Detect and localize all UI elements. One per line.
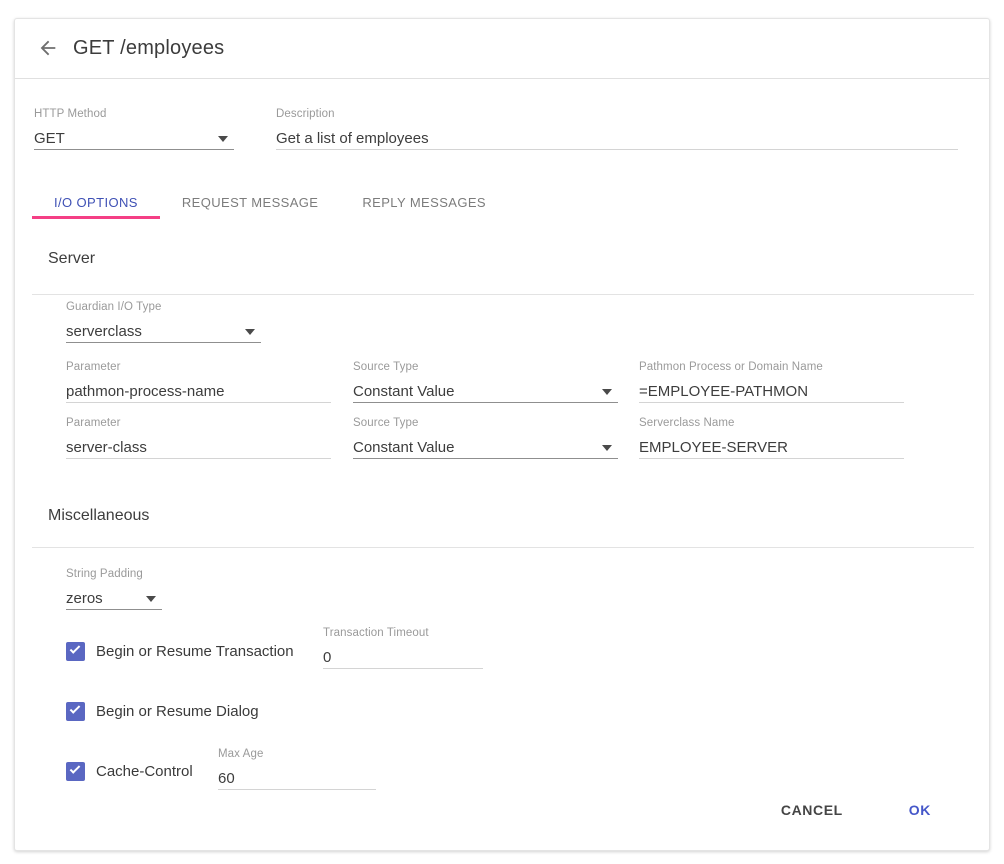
serverclass-name-label: Serverclass Name xyxy=(639,416,904,430)
field-underline xyxy=(34,149,234,150)
parameter-field: Parameter xyxy=(66,360,331,403)
chevron-down-icon xyxy=(245,329,255,335)
guardian-io-type-select[interactable]: Guardian I/O Type serverclass xyxy=(66,300,261,343)
cache-control-checkbox-row: Cache-Control xyxy=(66,762,193,781)
field-underline xyxy=(639,458,904,459)
endpoint-editor-dialog: GET /employees HTTP Method GET Descripti… xyxy=(14,18,990,851)
max-age-input[interactable] xyxy=(218,768,376,789)
chevron-down-icon xyxy=(602,445,612,451)
dialog-header: GET /employees xyxy=(15,19,989,79)
check-icon xyxy=(70,703,81,714)
begin-transaction-checkbox[interactable] xyxy=(66,642,85,661)
begin-dialog-label: Begin or Resume Dialog xyxy=(96,703,259,720)
pathmon-process-field: Pathmon Process or Domain Name xyxy=(639,360,904,403)
cache-control-label: Cache-Control xyxy=(96,763,193,780)
source-type-label: Source Type xyxy=(353,416,618,430)
field-underline xyxy=(276,149,958,150)
tab-reply-messages[interactable]: REPLY MESSAGES xyxy=(340,189,508,219)
field-underline xyxy=(353,402,618,403)
tab-io-options[interactable]: I/O OPTIONS xyxy=(32,189,160,219)
dialog-checkbox-row: Begin or Resume Dialog xyxy=(66,702,259,721)
back-arrow-icon xyxy=(37,37,59,59)
string-padding-value: zeros xyxy=(66,588,162,609)
description-input[interactable] xyxy=(276,128,958,149)
dialog-actions: CANCEL OK xyxy=(765,794,947,826)
transaction-timeout-input[interactable] xyxy=(323,647,483,668)
field-underline xyxy=(218,789,376,790)
transaction-timeout-field: Transaction Timeout xyxy=(323,626,483,669)
field-underline xyxy=(66,342,261,343)
begin-dialog-checkbox[interactable] xyxy=(66,702,85,721)
chevron-down-icon xyxy=(146,596,156,602)
parameter-label: Parameter xyxy=(66,416,331,430)
field-underline xyxy=(66,402,331,403)
page-title: GET /employees xyxy=(73,37,224,60)
field-underline xyxy=(66,609,162,610)
transaction-checkbox-row: Begin or Resume Transaction xyxy=(66,642,294,661)
field-underline xyxy=(66,458,331,459)
ok-button[interactable]: OK xyxy=(893,794,947,826)
cancel-button[interactable]: CANCEL xyxy=(765,794,859,826)
parameter-input[interactable] xyxy=(66,437,331,458)
description-field: Description xyxy=(276,107,958,150)
cache-control-checkbox[interactable] xyxy=(66,762,85,781)
back-button[interactable] xyxy=(36,37,60,61)
tab-bar: I/O OPTIONS REQUEST MESSAGE REPLY MESSAG… xyxy=(32,189,508,219)
guardian-io-type-label: Guardian I/O Type xyxy=(66,300,261,314)
misc-section-title: Miscellaneous xyxy=(48,507,149,525)
pathmon-process-label: Pathmon Process or Domain Name xyxy=(639,360,904,374)
parameter-label: Parameter xyxy=(66,360,331,374)
check-icon xyxy=(70,763,81,774)
source-type-label: Source Type xyxy=(353,360,618,374)
check-icon xyxy=(70,643,81,654)
chevron-down-icon xyxy=(602,389,612,395)
string-padding-label: String Padding xyxy=(66,567,162,581)
tab-request-message[interactable]: REQUEST MESSAGE xyxy=(160,189,341,219)
http-method-value: GET xyxy=(34,128,234,149)
field-underline xyxy=(639,402,904,403)
pathmon-process-input[interactable] xyxy=(639,381,904,402)
source-type-select[interactable]: Source Type Constant Value xyxy=(353,360,618,403)
serverclass-name-field: Serverclass Name xyxy=(639,416,904,459)
description-label: Description xyxy=(276,107,958,121)
section-divider xyxy=(32,294,974,295)
source-type-value: Constant Value xyxy=(353,381,618,402)
string-padding-select[interactable]: String Padding zeros xyxy=(66,567,162,610)
max-age-label: Max Age xyxy=(218,747,376,761)
transaction-timeout-label: Transaction Timeout xyxy=(323,626,483,640)
parameter-field: Parameter xyxy=(66,416,331,459)
http-method-select[interactable]: HTTP Method GET xyxy=(34,107,234,150)
section-divider xyxy=(32,547,974,548)
max-age-field: Max Age xyxy=(218,747,376,790)
http-method-label: HTTP Method xyxy=(34,107,234,121)
guardian-io-type-value: serverclass xyxy=(66,321,261,342)
field-underline xyxy=(323,668,483,669)
source-type-select[interactable]: Source Type Constant Value xyxy=(353,416,618,459)
server-section-title: Server xyxy=(48,250,95,268)
parameter-input[interactable] xyxy=(66,381,331,402)
source-type-value: Constant Value xyxy=(353,437,618,458)
begin-transaction-label: Begin or Resume Transaction xyxy=(96,643,294,660)
serverclass-name-input[interactable] xyxy=(639,437,904,458)
chevron-down-icon xyxy=(218,136,228,142)
field-underline xyxy=(353,458,618,459)
